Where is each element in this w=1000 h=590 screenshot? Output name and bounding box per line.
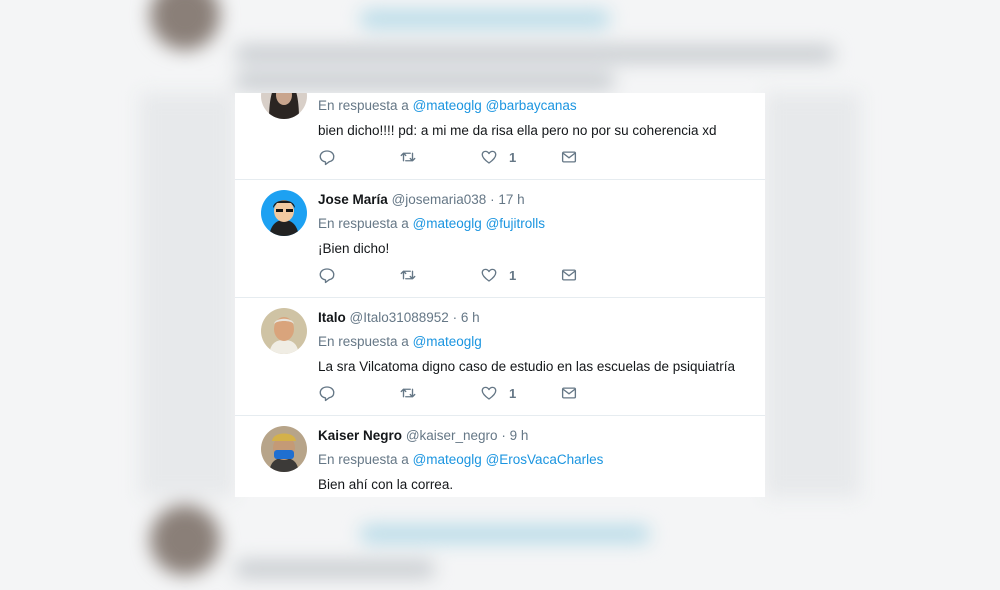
mention-link[interactable]: @mateoglg bbox=[413, 334, 482, 349]
reply-text: bien dicho!!!! pd: a mi me da risa ella … bbox=[318, 123, 717, 138]
retweet-button[interactable] bbox=[399, 383, 417, 403]
heart-icon bbox=[481, 150, 497, 164]
reply-icon bbox=[319, 386, 335, 402]
in-reply-prefix: En respuesta a bbox=[318, 452, 409, 467]
timestamp[interactable]: 17 h bbox=[498, 192, 524, 207]
reply-header: Kaiser Negro @kaiser_negro · 9 h bbox=[318, 428, 528, 443]
mention-link[interactable]: @fujitrolls bbox=[486, 216, 545, 231]
reply-text: ¡Bien dicho! bbox=[318, 241, 390, 256]
blurred-avatar-bottom bbox=[150, 505, 220, 575]
blurred-link-bottom bbox=[360, 525, 650, 543]
in-reply-to: En respuesta a @mateoglg @ErosVacaCharle… bbox=[318, 452, 603, 467]
envelope-icon bbox=[561, 387, 577, 399]
retweet-icon bbox=[400, 388, 416, 398]
user-handle[interactable]: @josemaria038 bbox=[392, 192, 487, 207]
older-man-avatar[interactable] bbox=[261, 308, 307, 354]
retweet-icon bbox=[400, 152, 416, 162]
envelope-icon bbox=[561, 151, 577, 163]
timestamp[interactable]: 9 h bbox=[510, 428, 529, 443]
blurred-side-panel bbox=[140, 93, 235, 497]
mention-link[interactable]: @mateoglg bbox=[413, 452, 482, 467]
direct-message-button[interactable] bbox=[560, 383, 578, 403]
envelope-icon bbox=[561, 269, 577, 281]
separator-dot: · bbox=[501, 428, 506, 443]
in-reply-to: En respuesta a @mateoglg @fujitrolls bbox=[318, 216, 545, 231]
reply-text: La sra Vilcatoma digno caso de estudio e… bbox=[318, 359, 736, 374]
mention-link[interactable]: @mateoglg bbox=[413, 216, 482, 231]
in-reply-prefix: En respuesta a bbox=[318, 98, 409, 113]
in-reply-prefix: En respuesta a bbox=[318, 334, 409, 349]
in-reply-prefix: En respuesta a bbox=[318, 216, 409, 231]
like-button[interactable]: 1 bbox=[480, 383, 516, 403]
heart-icon bbox=[481, 268, 497, 282]
reply-button[interactable] bbox=[318, 147, 336, 167]
display-name[interactable]: Kaiser Negro bbox=[318, 428, 402, 443]
separator-dot: · bbox=[490, 192, 495, 207]
display-name[interactable]: Jose María bbox=[318, 192, 388, 207]
mention-link[interactable]: @ErosVacaCharles bbox=[486, 452, 604, 467]
retweet-button[interactable] bbox=[399, 147, 417, 167]
reply-item: Jose María @josemaria038 · 17 h En respu… bbox=[235, 180, 765, 298]
in-reply-to: En respuesta a @mateoglg bbox=[318, 334, 482, 349]
blurred-text-bottom bbox=[235, 560, 435, 578]
reply-button[interactable] bbox=[318, 265, 336, 285]
masked-man-avatar[interactable] bbox=[261, 426, 307, 472]
reply-icon bbox=[319, 268, 335, 284]
action-bar: 1 bbox=[318, 147, 618, 167]
reply-item: En respuesta a @mateoglg @barbaycanas bi… bbox=[235, 93, 765, 180]
action-bar: 1 bbox=[318, 265, 618, 285]
blurred-text-top bbox=[235, 45, 835, 63]
retweet-button[interactable] bbox=[399, 265, 417, 285]
reply-header: Jose María @josemaria038 · 17 h bbox=[318, 192, 525, 207]
blurred-link-top bbox=[360, 10, 610, 28]
retweet-icon bbox=[400, 270, 416, 280]
blurred-avatar-top bbox=[150, 0, 220, 50]
separator-dot: · bbox=[452, 310, 458, 325]
reply-button[interactable] bbox=[318, 383, 336, 403]
reply-header: Italo @Italo31088952 · 6 h bbox=[318, 310, 480, 325]
like-button[interactable]: 1 bbox=[480, 147, 516, 167]
reply-icon bbox=[319, 150, 335, 166]
blurred-text-top-2 bbox=[235, 72, 615, 90]
reply-text: Bien ahí con la correa. bbox=[318, 477, 454, 492]
blurred-side-panel-right bbox=[765, 93, 860, 497]
heart-icon bbox=[481, 386, 497, 400]
like-count: 1 bbox=[509, 267, 517, 283]
reply-item: Italo @Italo31088952 · 6 h En respuesta … bbox=[235, 298, 765, 416]
reply-item: Kaiser Negro @kaiser_negro · 9 h En resp… bbox=[235, 416, 765, 497]
direct-message-button[interactable] bbox=[560, 147, 578, 167]
user-handle[interactable]: @kaiser_negro bbox=[406, 428, 498, 443]
like-count: 1 bbox=[509, 385, 517, 401]
in-reply-to: En respuesta a @mateoglg @barbaycanas bbox=[318, 98, 577, 113]
woman-dark-hair-avatar[interactable] bbox=[261, 93, 307, 119]
cartoon-man-avatar[interactable] bbox=[261, 190, 307, 236]
like-count: 1 bbox=[509, 149, 517, 165]
replies-list: En respuesta a @mateoglg @barbaycanas bi… bbox=[235, 93, 765, 497]
timestamp[interactable]: 6 h bbox=[461, 310, 480, 325]
display-name[interactable]: Italo bbox=[318, 310, 346, 325]
like-button[interactable]: 1 bbox=[480, 265, 516, 285]
action-bar: 1 bbox=[318, 383, 618, 403]
user-handle[interactable]: @Italo31088952 bbox=[350, 310, 449, 325]
direct-message-button[interactable] bbox=[560, 265, 578, 285]
mention-link[interactable]: @mateoglg bbox=[413, 98, 482, 113]
mention-link[interactable]: @barbaycanas bbox=[486, 98, 577, 113]
